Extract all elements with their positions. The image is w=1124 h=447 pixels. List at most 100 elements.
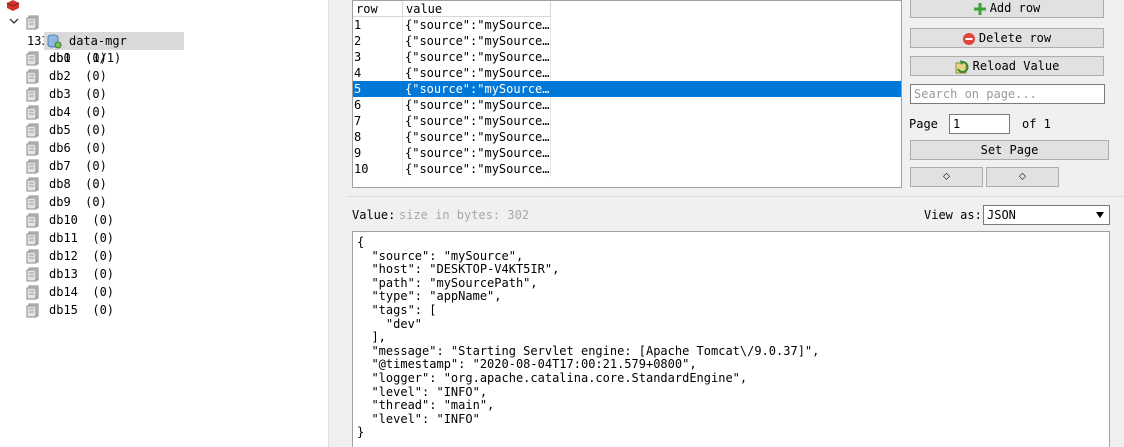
- database-icon: [26, 249, 39, 264]
- add-row-button[interactable]: Add row: [910, 0, 1104, 18]
- row-value-cell: {"source":"mySource…: [405, 81, 551, 97]
- row-value-cell: {"source":"mySource…: [405, 145, 551, 161]
- tree-node-db[interactable]: db7 (0): [0, 157, 200, 175]
- row-value-cell: {"source":"mySource…: [405, 17, 551, 33]
- row-number-cell: 9: [353, 145, 403, 161]
- database-icon: [26, 87, 39, 102]
- row-number-cell: 4: [353, 65, 403, 81]
- db-label: db9 (0): [49, 195, 107, 209]
- row-number-cell: 10: [353, 161, 403, 177]
- key-list-icon: [47, 34, 62, 49]
- table-row[interactable]: 10 {"source":"mySource…: [353, 161, 901, 177]
- page-total-label: of 1: [1022, 117, 1051, 131]
- value-size-hint: size in bytes: 302: [399, 208, 530, 222]
- reload-icon: [955, 59, 969, 73]
- tree-node-db[interactable]: db12 (0): [0, 247, 200, 265]
- database-icon: [26, 123, 39, 138]
- database-icon: [26, 69, 39, 84]
- tree-node-db[interactable]: db5 (0): [0, 121, 200, 139]
- delete-row-button[interactable]: Delete row: [910, 28, 1104, 48]
- tree-node-db[interactable]: db2 (0): [0, 67, 200, 85]
- db-label: db6 (0): [49, 141, 107, 155]
- database-icon: [26, 267, 39, 282]
- db-label: db3 (0): [49, 87, 107, 101]
- database-icon: [26, 141, 39, 156]
- database-icon: [26, 177, 39, 192]
- tree-node-db[interactable]: db14 (0): [0, 283, 200, 301]
- view-as-selected: JSON: [987, 208, 1016, 222]
- row-value-cell: {"source":"mySource…: [405, 33, 551, 49]
- row-value-cell: {"source":"mySource…: [405, 161, 551, 177]
- value-table: row value 1 {"source":"mySource… 2 {"source…: [352, 0, 902, 188]
- table-row[interactable]: 1 {"source":"mySource…: [353, 17, 901, 33]
- row-number-cell: 2: [353, 33, 403, 49]
- tree-node-db[interactable]: db9 (0): [0, 193, 200, 211]
- table-row[interactable]: 3 {"source":"mySource…: [353, 49, 901, 65]
- row-value-cell: {"source":"mySource…: [405, 97, 551, 113]
- row-number-cell: 3: [353, 49, 403, 65]
- database-icon: [26, 51, 39, 66]
- column-header-row[interactable]: row: [353, 1, 403, 17]
- tree-node-db[interactable]: db11 (0): [0, 229, 200, 247]
- table-row[interactable]: 5 {"source":"mySource…: [353, 81, 901, 97]
- tree-node-db[interactable]: db4 (0): [0, 103, 200, 121]
- page-label: Page: [909, 117, 938, 131]
- next-page-button[interactable]: ⬦: [986, 167, 1059, 187]
- db-label: db5 (0): [49, 123, 107, 137]
- tree-node-db[interactable]: db15 (0): [0, 301, 200, 319]
- row-number-cell: 8: [353, 129, 403, 145]
- db-label: db1 (0): [49, 51, 107, 65]
- tree-node-data-mgr[interactable]: data-mgr: [44, 32, 184, 50]
- db-label: db12 (0): [49, 249, 115, 263]
- add-row-label: Add row: [989, 1, 1041, 15]
- reload-value-label: Reload Value: [972, 59, 1060, 73]
- row-number-cell: 1: [353, 17, 403, 33]
- page-number-input[interactable]: [949, 114, 1010, 134]
- tree-node-db[interactable]: db8 (0): [0, 175, 200, 193]
- view-as-select[interactable]: JSON: [983, 205, 1110, 225]
- server-node[interactable]: 133: [0, 0, 120, 48]
- key-label: data-mgr: [69, 34, 127, 48]
- table-row[interactable]: 7 {"source":"mySource…: [353, 113, 901, 129]
- reload-value-button[interactable]: Reload Value: [910, 56, 1104, 76]
- tree-node-db0[interactable]: db0 (1/1): [0, 13, 200, 65]
- row-value-cell: {"source":"mySource…: [405, 65, 551, 81]
- tree-node-db[interactable]: db13 (0): [0, 265, 200, 283]
- next-page-icon: ⬦: [1019, 171, 1026, 182]
- table-row[interactable]: 4 {"source":"mySource…: [353, 65, 901, 81]
- value-editor[interactable]: { "source": "mySource", "host": "DESKTOP…: [352, 231, 1110, 447]
- database-icon: [26, 159, 39, 174]
- db-label: db15 (0): [49, 303, 115, 317]
- row-number-cell: 5: [353, 81, 403, 97]
- redis-server-icon: [6, 0, 20, 11]
- table-row[interactable]: 8 {"source":"mySource…: [353, 129, 901, 145]
- tree-node-db[interactable]: db1 (0): [0, 49, 200, 67]
- db-label: db11 (0): [49, 231, 115, 245]
- row-value-cell: {"source":"mySource…: [405, 129, 551, 145]
- prev-page-button[interactable]: ⬦: [910, 167, 983, 187]
- set-page-button[interactable]: Set Page: [910, 140, 1109, 160]
- db-label: db10 (0): [49, 213, 115, 227]
- db-label: db2 (0): [49, 69, 107, 83]
- database-icon: [26, 105, 39, 120]
- column-header-value[interactable]: value: [403, 1, 551, 17]
- prev-page-icon: ⬦: [943, 171, 950, 182]
- db-label: db4 (0): [49, 105, 107, 119]
- connection-tree: 133 db0 (1/1) data-mgr db1 (0) db2 (0) db3…: [0, 0, 328, 447]
- value-label: Value:: [352, 208, 396, 222]
- panel-splitter[interactable]: [328, 0, 347, 447]
- db-label: db8 (0): [49, 177, 107, 191]
- tree-node-db[interactable]: db10 (0): [0, 211, 200, 229]
- search-input[interactable]: [910, 84, 1105, 104]
- tree-node-db[interactable]: db6 (0): [0, 139, 200, 157]
- row-value-cell: {"source":"mySource…: [405, 49, 551, 65]
- database-icon: [26, 303, 39, 318]
- table-row[interactable]: 6 {"source":"mySource…: [353, 97, 901, 113]
- tree-node-db[interactable]: db3 (0): [0, 85, 200, 103]
- database-icon: [26, 285, 39, 300]
- row-number-cell: 6: [353, 97, 403, 113]
- table-row[interactable]: 9 {"source":"mySource…: [353, 145, 901, 161]
- row-value-cell: {"source":"mySource…: [405, 113, 551, 129]
- database-icon: [26, 195, 39, 210]
- table-row[interactable]: 2 {"source":"mySource…: [353, 33, 901, 49]
